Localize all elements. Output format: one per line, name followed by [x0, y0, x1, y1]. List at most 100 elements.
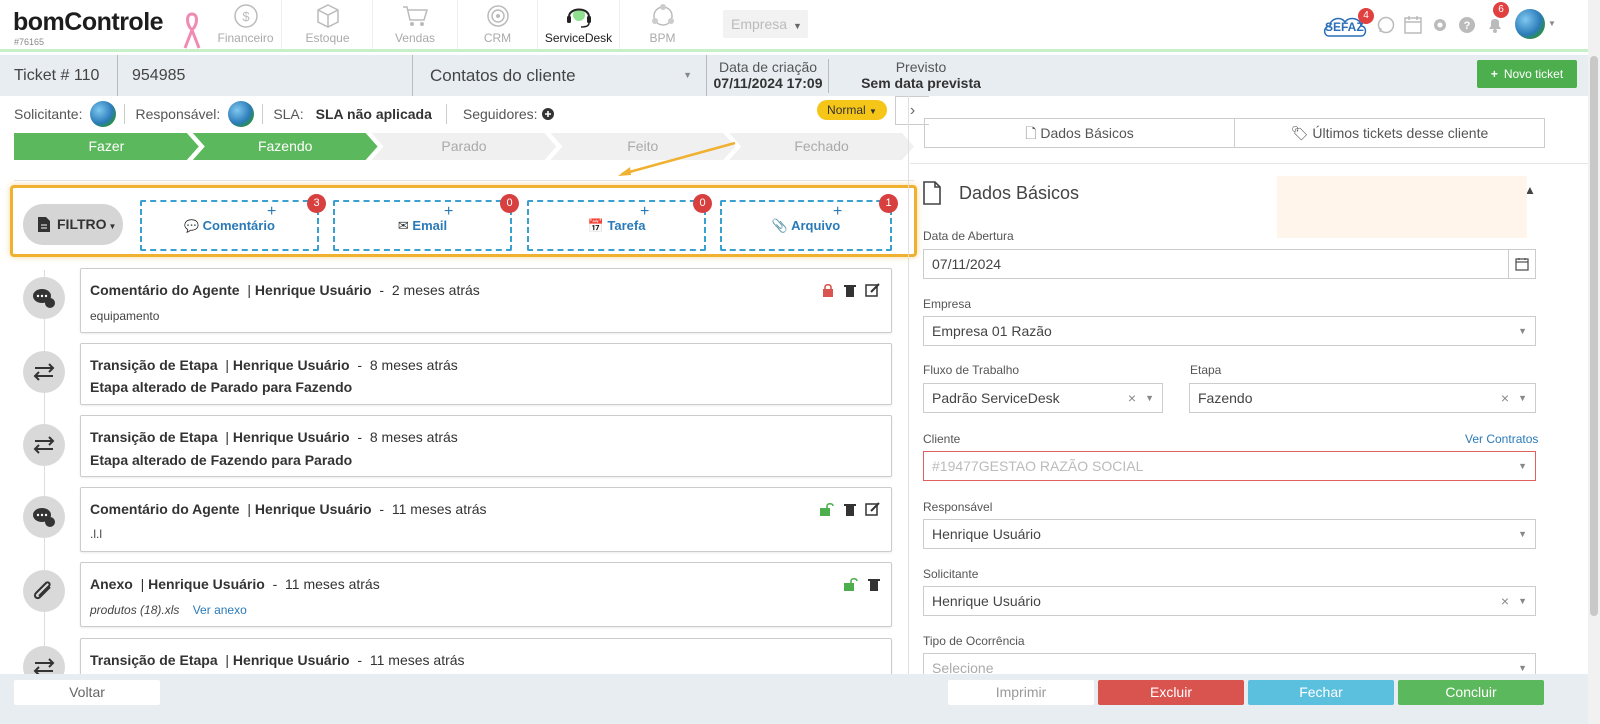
timeline-item: Transição de Etapa | Henrique Usuário - … [80, 638, 892, 678]
empresa-field[interactable]: Empresa 01 Razão ▼ [923, 316, 1536, 346]
print-button[interactable]: Imprimir [948, 680, 1094, 705]
caret-down-icon: ▼ [1548, 19, 1556, 28]
svg-text:$: $ [242, 9, 250, 24]
sefaz-badge: 4 [1358, 8, 1374, 24]
filter-button[interactable]: FILTRO ▼ [23, 204, 123, 245]
add-comment-button[interactable]: 💬 Comentário + [140, 200, 319, 251]
contacts-select[interactable]: Contatos do cliente ▼ [412, 55, 707, 96]
email-count-badge: 0 [500, 194, 519, 213]
clear-icon[interactable]: × [1501, 384, 1509, 412]
envelope-icon: ✉ [397, 218, 409, 233]
opening-date-input[interactable]: 07/11/2024 [923, 249, 1509, 279]
responsible-field[interactable]: Henrique Usuário ▼ [923, 519, 1536, 549]
plus-icon: + [640, 203, 650, 220]
ticket-code[interactable]: 954985 [132, 55, 412, 96]
cart-icon [403, 6, 429, 26]
nav-crm[interactable]: CRM [458, 0, 538, 49]
clear-icon[interactable]: × [1501, 587, 1509, 615]
comment-agent-icon [23, 277, 65, 319]
dollar-icon: $ [233, 4, 258, 28]
caret-down-icon: ▼ [869, 107, 877, 116]
pink-ribbon-icon [183, 12, 201, 49]
comment-count-badge: 3 [307, 194, 326, 213]
caret-down-icon: ▼ [1145, 393, 1154, 403]
add-task-button[interactable]: 📅 Tarefa + [527, 200, 706, 251]
back-button[interactable]: Voltar [14, 680, 160, 705]
comment-agent-icon [23, 496, 65, 538]
nav-financeiro[interactable]: $ Financeiro [210, 0, 282, 49]
chevron-right-icon: › [909, 102, 916, 119]
ticket-header-bar: Ticket # 110 954985 Contatos do cliente … [0, 55, 1600, 96]
tab-last-tickets[interactable]: 🏷 Últimos tickets desse cliente [1234, 119, 1544, 147]
trash-icon[interactable] [867, 577, 881, 591]
responsible-avatar[interactable] [228, 101, 255, 127]
delete-button[interactable]: Excluir [1098, 680, 1244, 705]
stage-parado[interactable]: Parado [372, 133, 557, 160]
timeline-item: Comentário do Agente | Henrique Usuário … [80, 487, 892, 552]
sefaz-button[interactable]: SEFAZ 4 [1321, 8, 1374, 40]
workflow-field[interactable]: Padrão ServiceDesk × ▼ [923, 383, 1163, 413]
priority-badge[interactable]: Normal ▼ [817, 100, 887, 120]
timeline-item: Transição de Etapa | Henrique Usuário - … [80, 343, 892, 405]
requester-field[interactable]: Henrique Usuário × ▼ [923, 586, 1536, 616]
ticket-info-row: Solicitante: Responsável: SLA: SLA não a… [14, 101, 554, 127]
edit-icon[interactable] [865, 283, 881, 297]
attachment-icon [23, 570, 65, 612]
stage-fechado[interactable]: Fechado [729, 133, 914, 160]
stage-fazer[interactable]: Fazer [14, 133, 199, 160]
gear-icon[interactable] [1431, 16, 1449, 34]
tab-basic-data[interactable]: 🗋 Dados Básicos [925, 119, 1234, 147]
help-icon[interactable]: ? [1458, 16, 1476, 34]
add-file-button[interactable]: 📎 Arquivo + [720, 200, 892, 251]
trash-icon[interactable] [843, 283, 857, 297]
svg-text:?: ? [1464, 20, 1471, 32]
notifications-button[interactable]: 6 [1485, 2, 1509, 36]
trash-icon[interactable] [843, 502, 857, 516]
add-follower-icon[interactable] [541, 108, 554, 120]
calendar-icon [1515, 258, 1529, 271]
stage-progress: Fazer Fazendo Parado Feito Fechado [14, 133, 914, 160]
divider [14, 180, 914, 181]
user-menu[interactable]: ▼ [1515, 9, 1556, 41]
lock-open-icon[interactable] [843, 577, 859, 591]
empresa-select[interactable]: Empresa ▼ [723, 10, 808, 38]
document-icon [38, 217, 50, 232]
stage-transition-icon [23, 424, 65, 466]
file-icon [923, 181, 941, 205]
nav-bpm[interactable]: BPM [620, 0, 705, 49]
box-icon [316, 4, 339, 28]
timeline-item: Anexo | Henrique Usuário - 11 meses atrá… [80, 562, 892, 627]
pane-divider [908, 96, 909, 674]
client-field[interactable]: #19477GESTAO RAZÃO SOCIAL ▼ [923, 451, 1536, 481]
page-scrollbar-thumb[interactable] [1590, 56, 1598, 616]
account-id: #76165 [14, 37, 45, 47]
nav-estoque[interactable]: Estoque [283, 0, 373, 49]
sla-value: SLA não aplicada [315, 106, 432, 122]
close-ticket-button[interactable]: Fechar [1248, 680, 1394, 705]
stage-fazendo[interactable]: Fazendo [193, 133, 378, 160]
requester-avatar[interactable] [90, 101, 117, 127]
file-count-badge: 1 [879, 194, 898, 213]
new-ticket-button[interactable]: + Novo ticket [1477, 60, 1577, 88]
file-icon: 🗋 [1025, 125, 1037, 141]
caret-down-icon: ▼ [793, 21, 802, 31]
app-logo[interactable]: bomControle [13, 8, 164, 37]
whatsapp-icon[interactable] [1377, 16, 1395, 34]
view-attachment-link[interactable]: Ver anexo [193, 603, 247, 617]
network-icon [651, 4, 674, 26]
view-contracts-link[interactable]: Ver Contratos [1465, 432, 1538, 446]
nav-vendas[interactable]: Vendas [373, 0, 458, 49]
nav-servicedesk[interactable]: ServiceDesk [538, 0, 620, 49]
clear-icon[interactable]: × [1128, 384, 1136, 412]
task-count-badge: 0 [693, 194, 712, 213]
stage-field[interactable]: Fazendo × ▼ [1189, 383, 1536, 413]
lock-open-icon[interactable] [819, 502, 835, 516]
add-email-button[interactable]: ✉ Email + [333, 200, 512, 251]
timeline-line [44, 270, 45, 674]
lock-closed-icon[interactable] [821, 283, 835, 297]
caret-down-icon: ▼ [1518, 461, 1527, 471]
finish-button[interactable]: Concluir [1398, 680, 1544, 705]
calendar-icon[interactable] [1404, 15, 1422, 34]
calendar-button[interactable] [1508, 249, 1536, 279]
edit-icon[interactable] [865, 502, 881, 516]
